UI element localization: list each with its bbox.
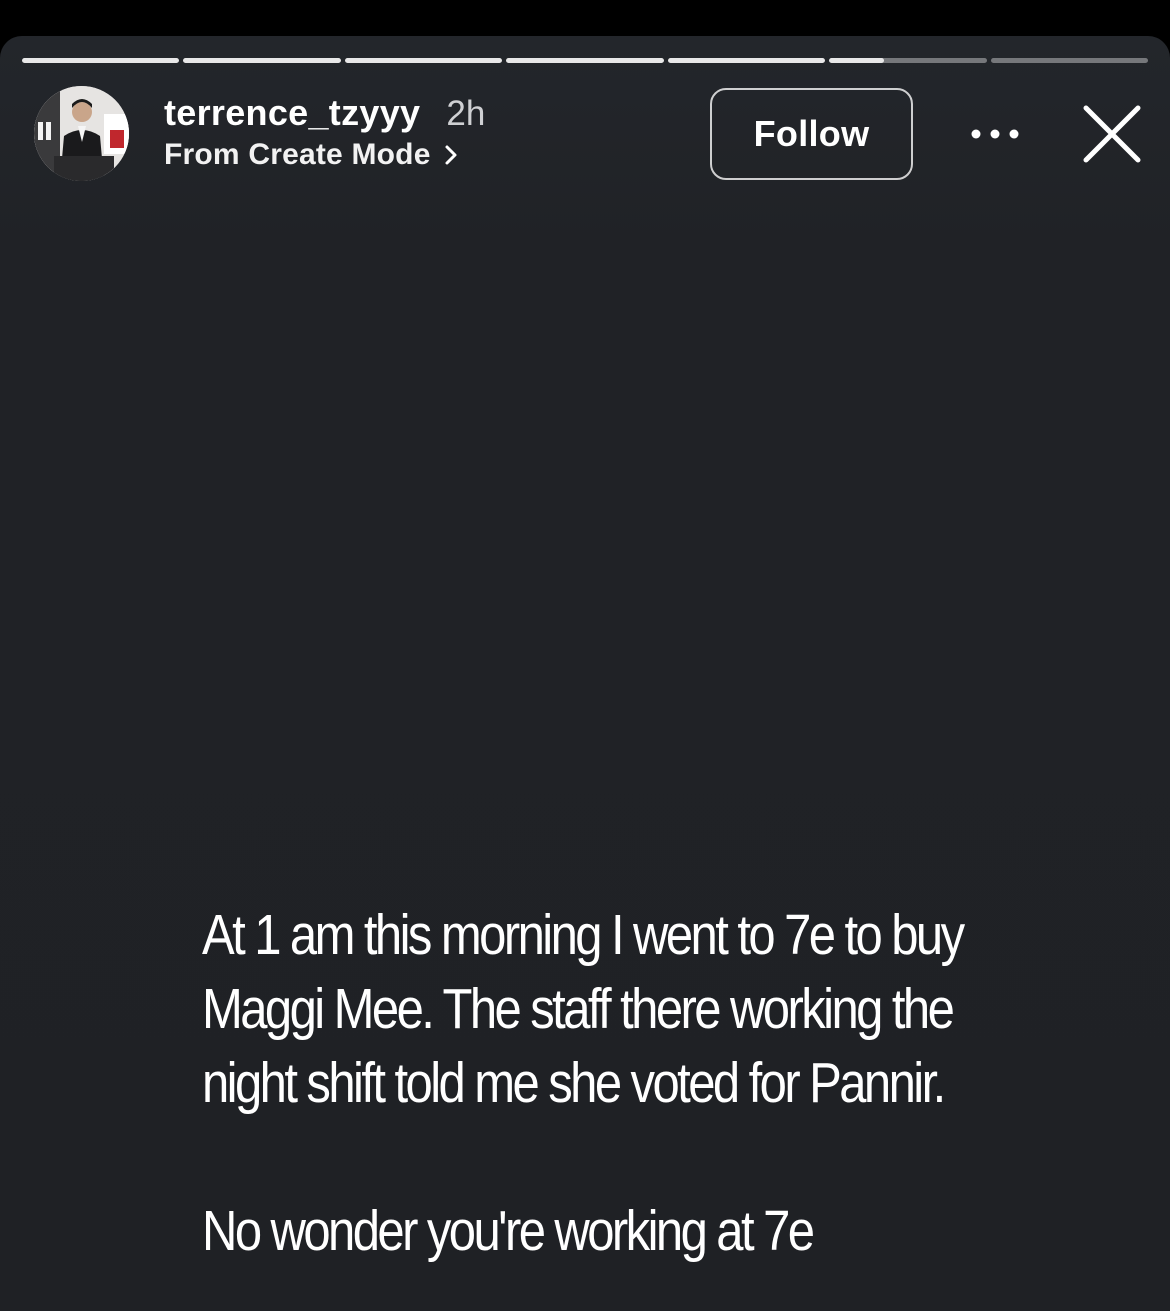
progress-segment-fill (183, 58, 341, 63)
story-caption: At 1 am this morning I went to 7e to buy… (202, 898, 976, 1268)
more-options-button[interactable] (962, 114, 1028, 154)
story-viewer[interactable]: terrence_tzyyy 2h From Create Mode Follo… (0, 36, 1170, 1311)
create-mode-label: From Create Mode (164, 138, 431, 171)
create-mode-link[interactable]: From Create Mode (164, 138, 684, 172)
progress-segment (667, 58, 826, 63)
more-horizontal-icon (971, 129, 1019, 139)
story-author: terrence_tzyyy 2h From Create Mode (164, 92, 684, 172)
post-time: 2h (446, 94, 486, 133)
progress-segment-fill (22, 58, 180, 63)
follow-button[interactable]: Follow (710, 88, 913, 180)
progress-segment (183, 58, 341, 63)
progress-segment (829, 58, 987, 63)
username[interactable]: terrence_tzyyy (164, 92, 420, 134)
story-progress-bar (22, 58, 1148, 63)
progress-segment (22, 58, 180, 63)
progress-segment-fill (506, 58, 664, 63)
progress-segment-fill (829, 58, 885, 63)
progress-segment-fill (344, 58, 503, 63)
progress-segment (344, 58, 503, 63)
chevron-right-icon (441, 141, 461, 169)
story-text-paragraph: No wonder you're working at 7e (202, 1199, 815, 1263)
story-text-paragraph: At 1 am this morning I went to 7e to buy… (202, 903, 965, 1115)
progress-segment-fill (667, 58, 826, 63)
close-icon (1083, 105, 1141, 163)
profile-photo (34, 86, 129, 181)
avatar[interactable] (34, 86, 129, 181)
status-bar-strip (0, 0, 1170, 36)
close-button[interactable] (1078, 100, 1146, 168)
progress-segment (506, 58, 664, 63)
progress-segment (990, 58, 1148, 63)
